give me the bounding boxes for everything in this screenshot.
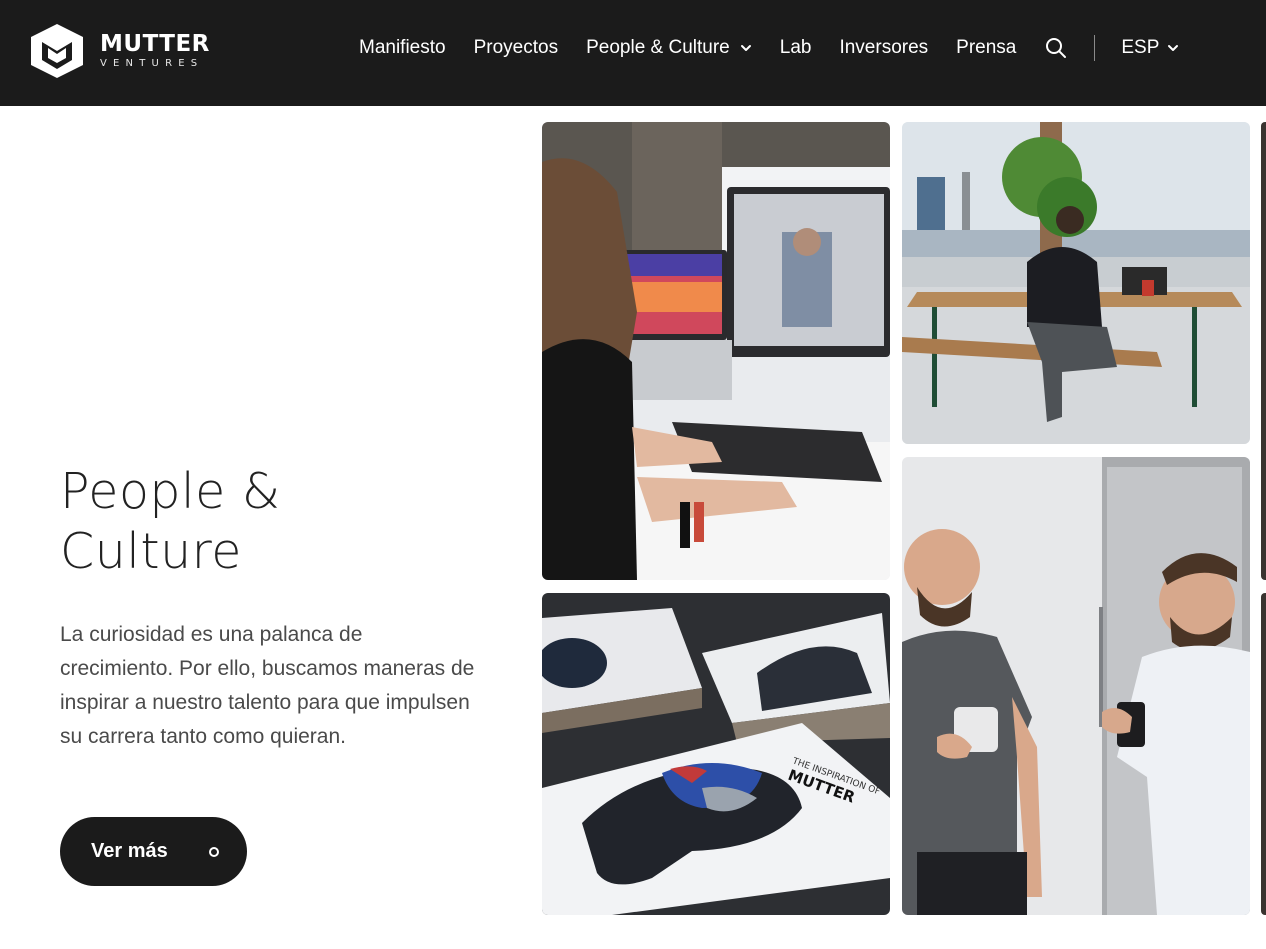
language-label: ESP xyxy=(1121,37,1160,58)
ver-mas-label: Ver más xyxy=(91,840,168,862)
photo-woman-at-desk-image xyxy=(542,122,890,580)
chevron-down-icon xyxy=(740,45,751,51)
chevron-down-icon xyxy=(1168,45,1179,51)
mutter-logo-icon xyxy=(31,24,83,78)
site-header: MUTTER VENTURES Manifiesto Proyectos Peo… xyxy=(0,0,1266,106)
photo-mutter-books-image: THE INSPIRATION OF MUTTER xyxy=(542,593,890,915)
main-nav: Manifiesto Proyectos People & Culture La… xyxy=(345,0,1179,96)
photo-two-men-coffee-image xyxy=(902,457,1250,915)
brand-logo[interactable]: MUTTER VENTURES xyxy=(28,22,210,80)
circle-dot-icon xyxy=(209,847,219,857)
photo-terrace-worker xyxy=(902,122,1250,444)
hero-description: La curiosidad es una palanca de crecimie… xyxy=(60,623,475,748)
language-selector[interactable]: ESP xyxy=(1121,37,1179,59)
nav-item-prensa[interactable]: Prensa xyxy=(956,37,1016,59)
nav-item-lab[interactable]: Lab xyxy=(780,37,812,59)
nav-item-people-culture[interactable]: People & Culture xyxy=(586,37,752,59)
page-title: People & Culture xyxy=(60,462,460,582)
photo-terrace-worker-image xyxy=(902,122,1250,444)
brand-subtitle: VENTURES xyxy=(100,58,204,69)
nav-item-inversores[interactable]: Inversores xyxy=(839,37,928,59)
ver-mas-button[interactable]: Ver más xyxy=(60,817,247,886)
photo-mutter-books: THE INSPIRATION OF MUTTER xyxy=(542,593,890,915)
next-photo-edge xyxy=(1261,122,1266,580)
page-title-line-2: Culture xyxy=(60,523,242,580)
page-title-line-1: People & xyxy=(60,463,281,520)
nav-item-manifiesto[interactable]: Manifiesto xyxy=(359,37,446,59)
photo-woman-at-desk xyxy=(542,122,890,580)
next-photo-edge xyxy=(1261,593,1266,915)
nav-divider xyxy=(1094,35,1096,61)
nav-item-people-culture-label: People & Culture xyxy=(586,37,730,58)
brand-name: MUTTER xyxy=(100,31,210,57)
nav-item-proyectos[interactable]: Proyectos xyxy=(474,37,558,59)
search-icon[interactable] xyxy=(1044,36,1068,60)
photo-two-men-coffee xyxy=(902,457,1250,915)
